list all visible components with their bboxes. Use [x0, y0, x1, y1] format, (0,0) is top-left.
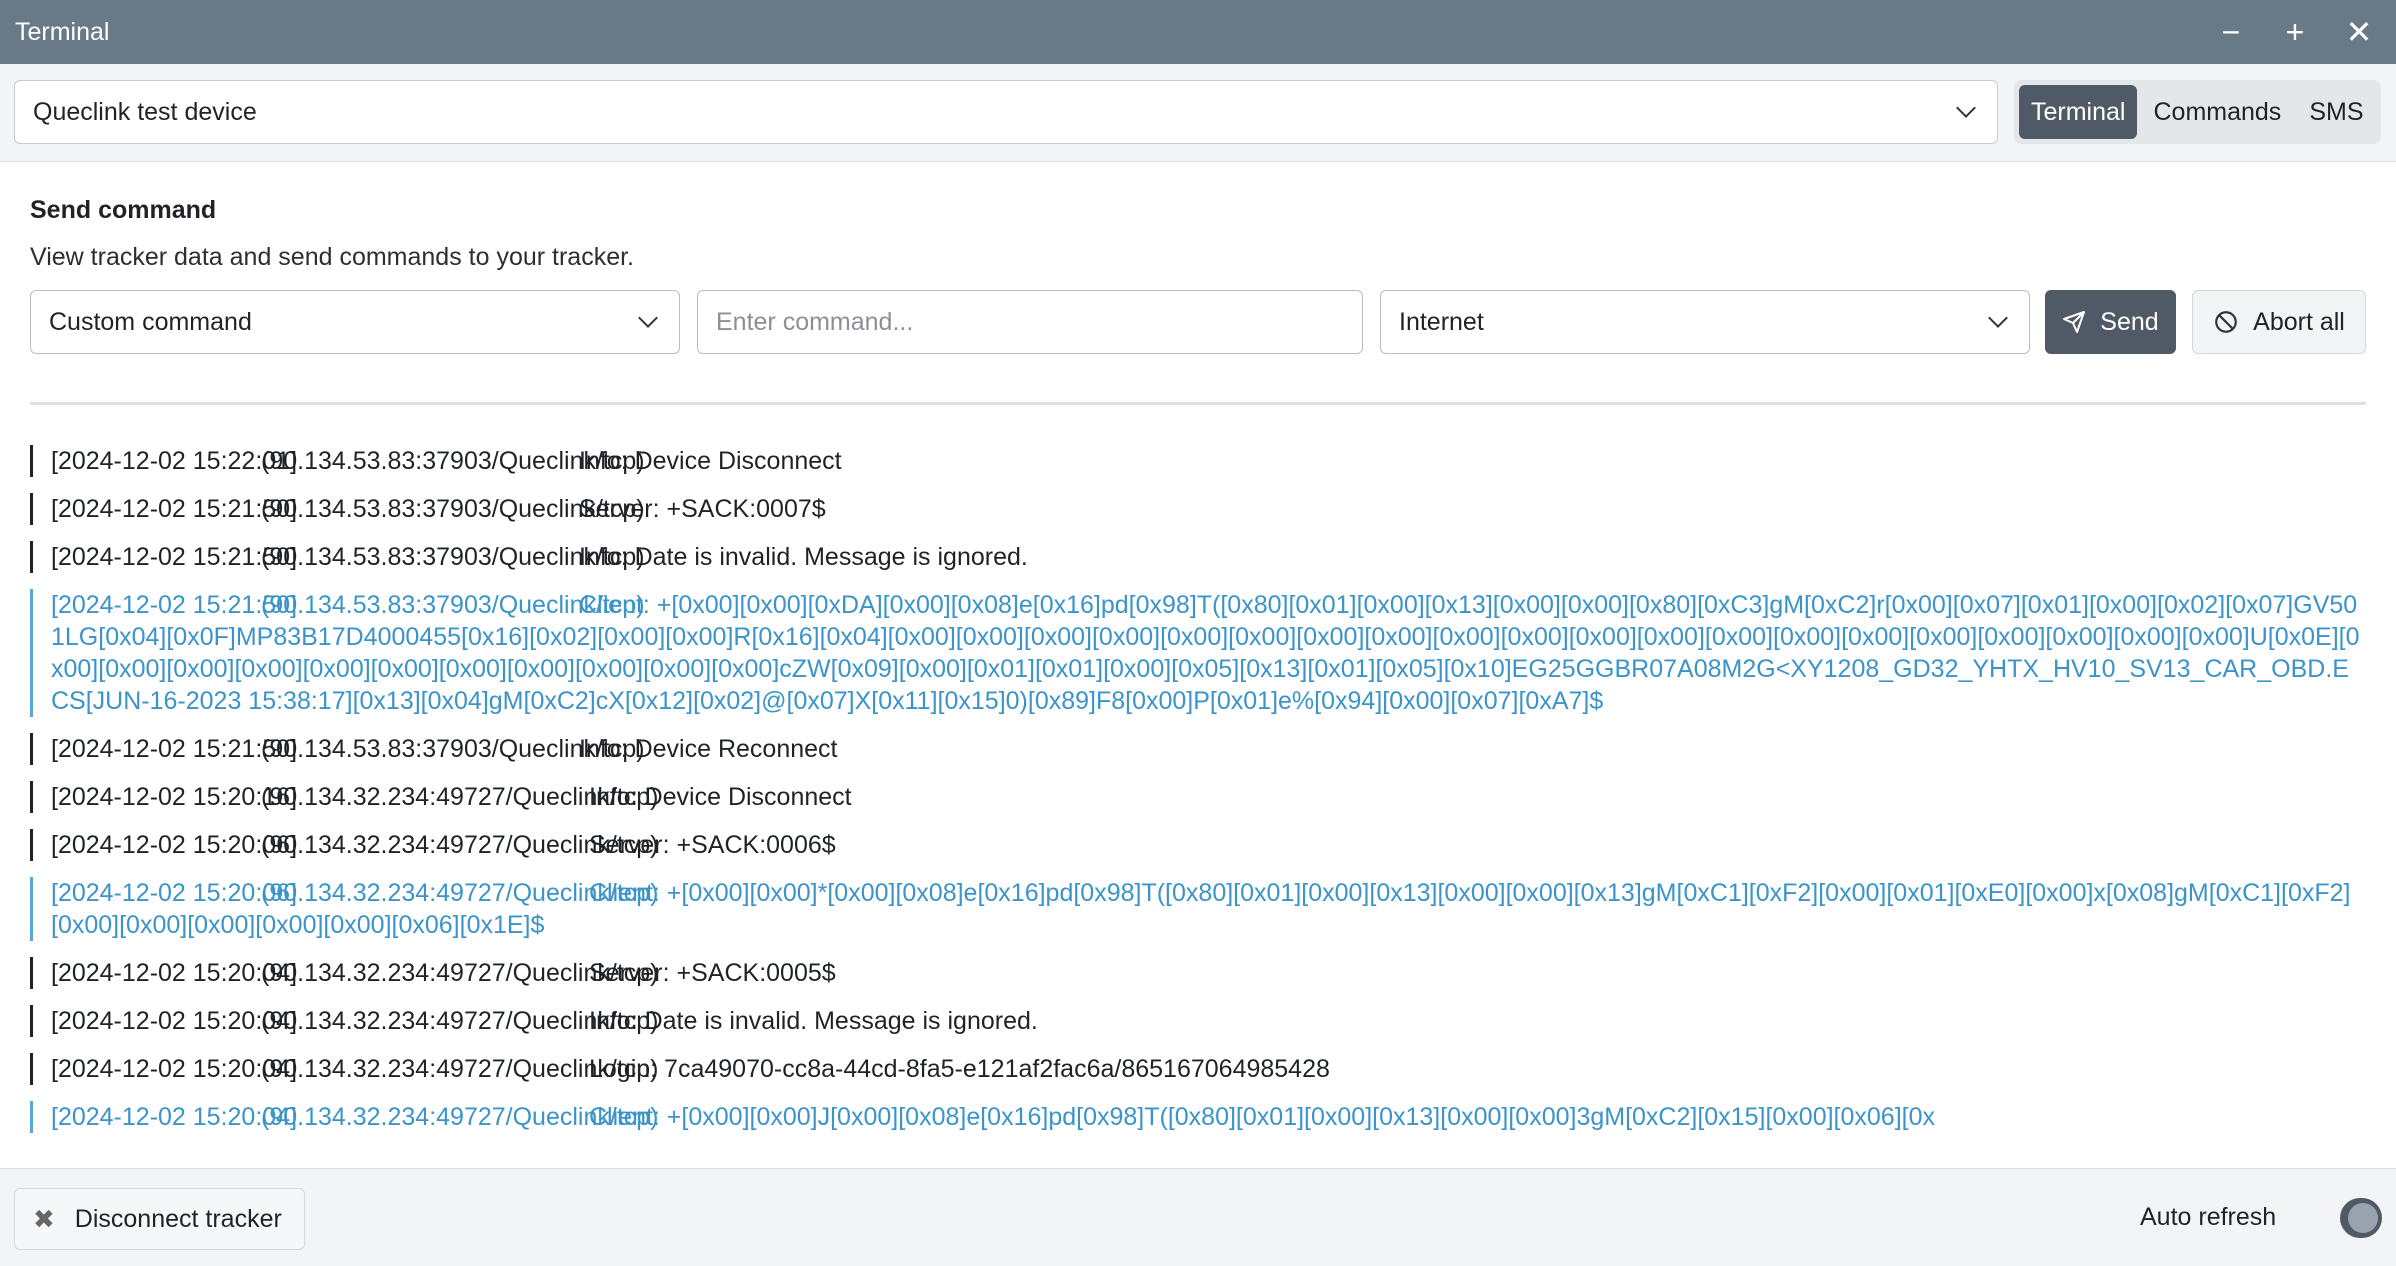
log-entry: [2024-12-02 15:20:04] (90.134.32.234:4972…	[30, 1005, 2366, 1037]
auto-refresh-label: Auto refresh	[2140, 1203, 2277, 1231]
log-entry: [2024-12-02 15:20:04] (90.134.32.234:4972…	[30, 1053, 2366, 1085]
close-icon[interactable]: ✕	[2345, 16, 2373, 48]
log-entry: [2024-12-02 15:20:04] (90.134.32.234:4972…	[30, 1101, 2366, 1133]
auto-refresh-toggle[interactable]	[2340, 1197, 2382, 1239]
log-entry: [2024-12-02 15:21:50] (90.134.53.83:37903…	[30, 541, 2366, 573]
command-type-value: Custom command	[49, 307, 252, 336]
log-source: (90.134.32.234:49727/Queclink/tcp)	[261, 879, 659, 907]
log-source: (90.134.32.234:49727/Queclink/tcp)	[261, 831, 659, 859]
top-toolbar: Queclink test device Terminal Commands S…	[0, 64, 2396, 162]
maximize-icon[interactable]: +	[2281, 16, 2309, 48]
chevron-down-icon	[1956, 98, 1976, 118]
log-entry: [2024-12-02 15:20:04] (90.134.32.234:4972…	[30, 957, 2366, 989]
channel-value: Internet	[1399, 307, 1484, 336]
device-select-value: Queclink test device	[33, 97, 257, 126]
section-subtitle: View tracker data and send commands to y…	[30, 243, 635, 271]
section-title: Send command	[30, 196, 217, 224]
command-type-select[interactable]: Custom command	[30, 290, 680, 354]
chevron-down-icon	[638, 308, 658, 328]
log-source: (90.134.32.234:49727/Queclink/tcp)	[261, 1103, 659, 1131]
tab-terminal[interactable]: Terminal	[2019, 85, 2138, 139]
abort-all-button[interactable]: Abort all	[2192, 290, 2366, 354]
abort-all-label: Abort all	[2253, 307, 2345, 336]
command-input[interactable]	[716, 307, 1344, 337]
log-source: (90.134.32.234:49727/Queclink/tcp)	[261, 783, 659, 811]
disconnect-tracker-button[interactable]: ✖ Disconnect tracker	[14, 1188, 305, 1250]
window-titlebar: Terminal − + ✕	[0, 0, 2396, 64]
log-source: (90.134.53.83:37903/Queclink/tcp)	[261, 495, 645, 523]
log-source: (90.134.32.234:49727/Queclink/tcp)	[261, 1055, 659, 1083]
log-entry: [2024-12-02 15:21:50] (90.134.53.83:37903…	[30, 493, 2366, 525]
disconnect-tracker-label: Disconnect tracker	[74, 1204, 282, 1233]
channel-select[interactable]: Internet	[1380, 290, 2030, 354]
minimize-icon[interactable]: −	[2217, 16, 2245, 48]
tab-sms[interactable]: SMS	[2297, 85, 2375, 139]
log-source: (90.134.32.234:49727/Queclink/tcp)	[261, 959, 659, 987]
view-tabs: Terminal Commands SMS	[2014, 80, 2381, 144]
log-source: (90.134.53.83:37903/Queclink/tcp)	[261, 735, 645, 763]
footer-bar: ✖ Disconnect tracker Auto refresh	[0, 1168, 2396, 1266]
terminal-log: [2024-12-02 15:22:01] (90.134.53.83:37903…	[30, 445, 2366, 1165]
log-entry: [2024-12-02 15:22:01] (90.134.53.83:37903…	[30, 445, 2366, 477]
command-input-wrapper	[697, 290, 1363, 354]
log-entry: [2024-12-02 15:21:50] (90.134.53.83:37903…	[30, 733, 2366, 765]
tab-commands[interactable]: Commands	[2141, 85, 2293, 139]
toggle-switch-icon	[2340, 1198, 2382, 1238]
log-entry: [2024-12-02 15:21:50] (90.134.53.83:37903…	[30, 589, 2366, 717]
log-entry: [2024-12-02 15:20:16] (90.134.32.234:4972…	[30, 781, 2366, 813]
divider	[30, 402, 2366, 405]
device-select[interactable]: Queclink test device	[14, 80, 1998, 144]
ban-icon	[2215, 311, 2237, 333]
window-title: Terminal	[15, 17, 110, 46]
chevron-down-icon	[1988, 308, 2008, 328]
send-button[interactable]: Send	[2045, 290, 2176, 354]
log-entry: [2024-12-02 15:20:06] (90.134.32.234:4972…	[30, 829, 2366, 861]
log-source: (90.134.53.83:37903/Queclink/tcp)	[261, 543, 645, 571]
close-icon: ✖	[33, 1203, 55, 1234]
send-icon	[2063, 311, 2086, 333]
log-source: (90.134.53.83:37903/Queclink/tcp)	[261, 447, 645, 475]
window-controls: − + ✕	[2217, 16, 2373, 48]
log-entry: [2024-12-02 15:20:06] (90.134.32.234:4972…	[30, 877, 2366, 941]
log-source: (90.134.53.83:37903/Queclink/tcp)	[261, 591, 645, 619]
log-source: (90.134.32.234:49727/Queclink/tcp)	[261, 1007, 659, 1035]
send-button-label: Send	[2100, 307, 2159, 336]
